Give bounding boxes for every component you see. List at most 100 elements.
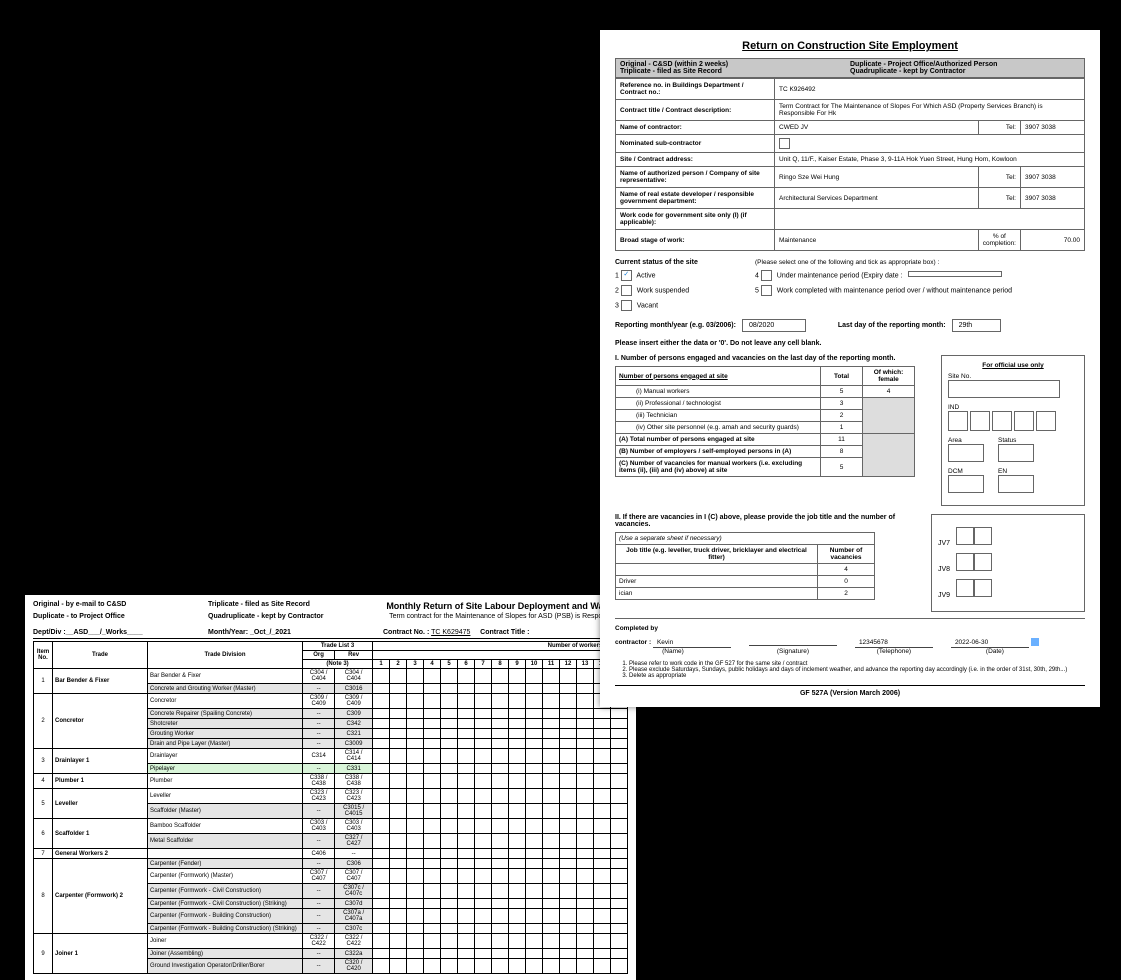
day-cell[interactable] [458, 834, 475, 849]
day-cell[interactable] [611, 729, 628, 739]
day-cell[interactable] [475, 789, 492, 804]
day-cell[interactable] [560, 729, 577, 739]
day-cell[interactable] [509, 819, 526, 834]
day-cell[interactable] [526, 749, 543, 764]
day-cell[interactable] [373, 849, 390, 859]
day-cell[interactable] [492, 884, 509, 899]
day-cell[interactable] [594, 869, 611, 884]
day-cell[interactable] [577, 719, 594, 729]
day-cell[interactable] [407, 789, 424, 804]
day-cell[interactable] [441, 899, 458, 909]
day-cell[interactable] [424, 774, 441, 789]
day-cell[interactable] [441, 774, 458, 789]
day-cell[interactable] [594, 859, 611, 869]
day-cell[interactable] [509, 719, 526, 729]
day-cell[interactable] [373, 739, 390, 749]
day-cell[interactable] [373, 884, 390, 899]
day-cell[interactable] [458, 764, 475, 774]
day-cell[interactable] [424, 739, 441, 749]
chk-done[interactable] [761, 285, 772, 296]
day-cell[interactable] [509, 764, 526, 774]
day-cell[interactable] [611, 899, 628, 909]
day-cell[interactable] [441, 684, 458, 694]
day-cell[interactable] [594, 789, 611, 804]
day-cell[interactable] [492, 729, 509, 739]
day-cell[interactable] [390, 909, 407, 924]
day-cell[interactable] [526, 774, 543, 789]
day-cell[interactable] [424, 719, 441, 729]
day-cell[interactable] [560, 899, 577, 909]
day-cell[interactable] [390, 899, 407, 909]
day-cell[interactable] [407, 739, 424, 749]
day-cell[interactable] [526, 909, 543, 924]
day-cell[interactable] [475, 899, 492, 909]
day-cell[interactable] [407, 749, 424, 764]
day-cell[interactable] [492, 934, 509, 949]
day-cell[interactable] [509, 909, 526, 924]
day-cell[interactable] [560, 849, 577, 859]
day-cell[interactable] [441, 804, 458, 819]
day-cell[interactable] [441, 669, 458, 684]
day-cell[interactable] [407, 959, 424, 974]
day-cell[interactable] [407, 924, 424, 934]
day-cell[interactable] [560, 694, 577, 709]
day-cell[interactable] [390, 764, 407, 774]
day-cell[interactable] [475, 739, 492, 749]
day-cell[interactable] [390, 884, 407, 899]
day-cell[interactable] [390, 774, 407, 789]
day-cell[interactable] [560, 749, 577, 764]
day-cell[interactable] [407, 909, 424, 924]
day-cell[interactable] [373, 719, 390, 729]
day-cell[interactable] [526, 849, 543, 859]
day-cell[interactable] [560, 834, 577, 849]
day-cell[interactable] [594, 819, 611, 834]
day-cell[interactable] [543, 709, 560, 719]
day-cell[interactable] [611, 834, 628, 849]
day-cell[interactable] [424, 949, 441, 959]
day-cell[interactable] [458, 694, 475, 709]
day-cell[interactable] [577, 709, 594, 719]
day-cell[interactable] [458, 789, 475, 804]
day-cell[interactable] [424, 804, 441, 819]
day-cell[interactable] [509, 684, 526, 694]
day-cell[interactable] [509, 934, 526, 949]
day-cell[interactable] [441, 749, 458, 764]
day-cell[interactable] [611, 869, 628, 884]
day-cell[interactable] [526, 819, 543, 834]
day-cell[interactable] [526, 834, 543, 849]
day-cell[interactable] [509, 924, 526, 934]
day-cell[interactable] [526, 859, 543, 869]
day-cell[interactable] [611, 959, 628, 974]
day-cell[interactable] [441, 819, 458, 834]
day-cell[interactable] [373, 684, 390, 694]
day-cell[interactable] [441, 834, 458, 849]
day-cell[interactable] [424, 909, 441, 924]
day-cell[interactable] [407, 774, 424, 789]
day-cell[interactable] [475, 934, 492, 949]
day-cell[interactable] [526, 739, 543, 749]
day-cell[interactable] [594, 729, 611, 739]
day-cell[interactable] [611, 774, 628, 789]
day-cell[interactable] [577, 884, 594, 899]
day-cell[interactable] [543, 959, 560, 974]
comp-date[interactable]: 2022-06-30 [951, 638, 1029, 648]
day-cell[interactable] [458, 819, 475, 834]
day-cell[interactable] [492, 774, 509, 789]
day-cell[interactable] [492, 949, 509, 959]
day-cell[interactable] [424, 819, 441, 834]
day-cell[interactable] [373, 764, 390, 774]
day-cell[interactable] [560, 959, 577, 974]
day-cell[interactable] [611, 949, 628, 959]
day-cell[interactable] [611, 739, 628, 749]
day-cell[interactable] [611, 789, 628, 804]
day-cell[interactable] [492, 749, 509, 764]
day-cell[interactable] [577, 959, 594, 974]
day-cell[interactable] [560, 774, 577, 789]
comp-sig[interactable] [749, 643, 837, 646]
day-cell[interactable] [373, 669, 390, 684]
day-cell[interactable] [577, 694, 594, 709]
day-cell[interactable] [441, 764, 458, 774]
day-cell[interactable] [577, 774, 594, 789]
day-cell[interactable] [577, 764, 594, 774]
day-cell[interactable] [509, 694, 526, 709]
